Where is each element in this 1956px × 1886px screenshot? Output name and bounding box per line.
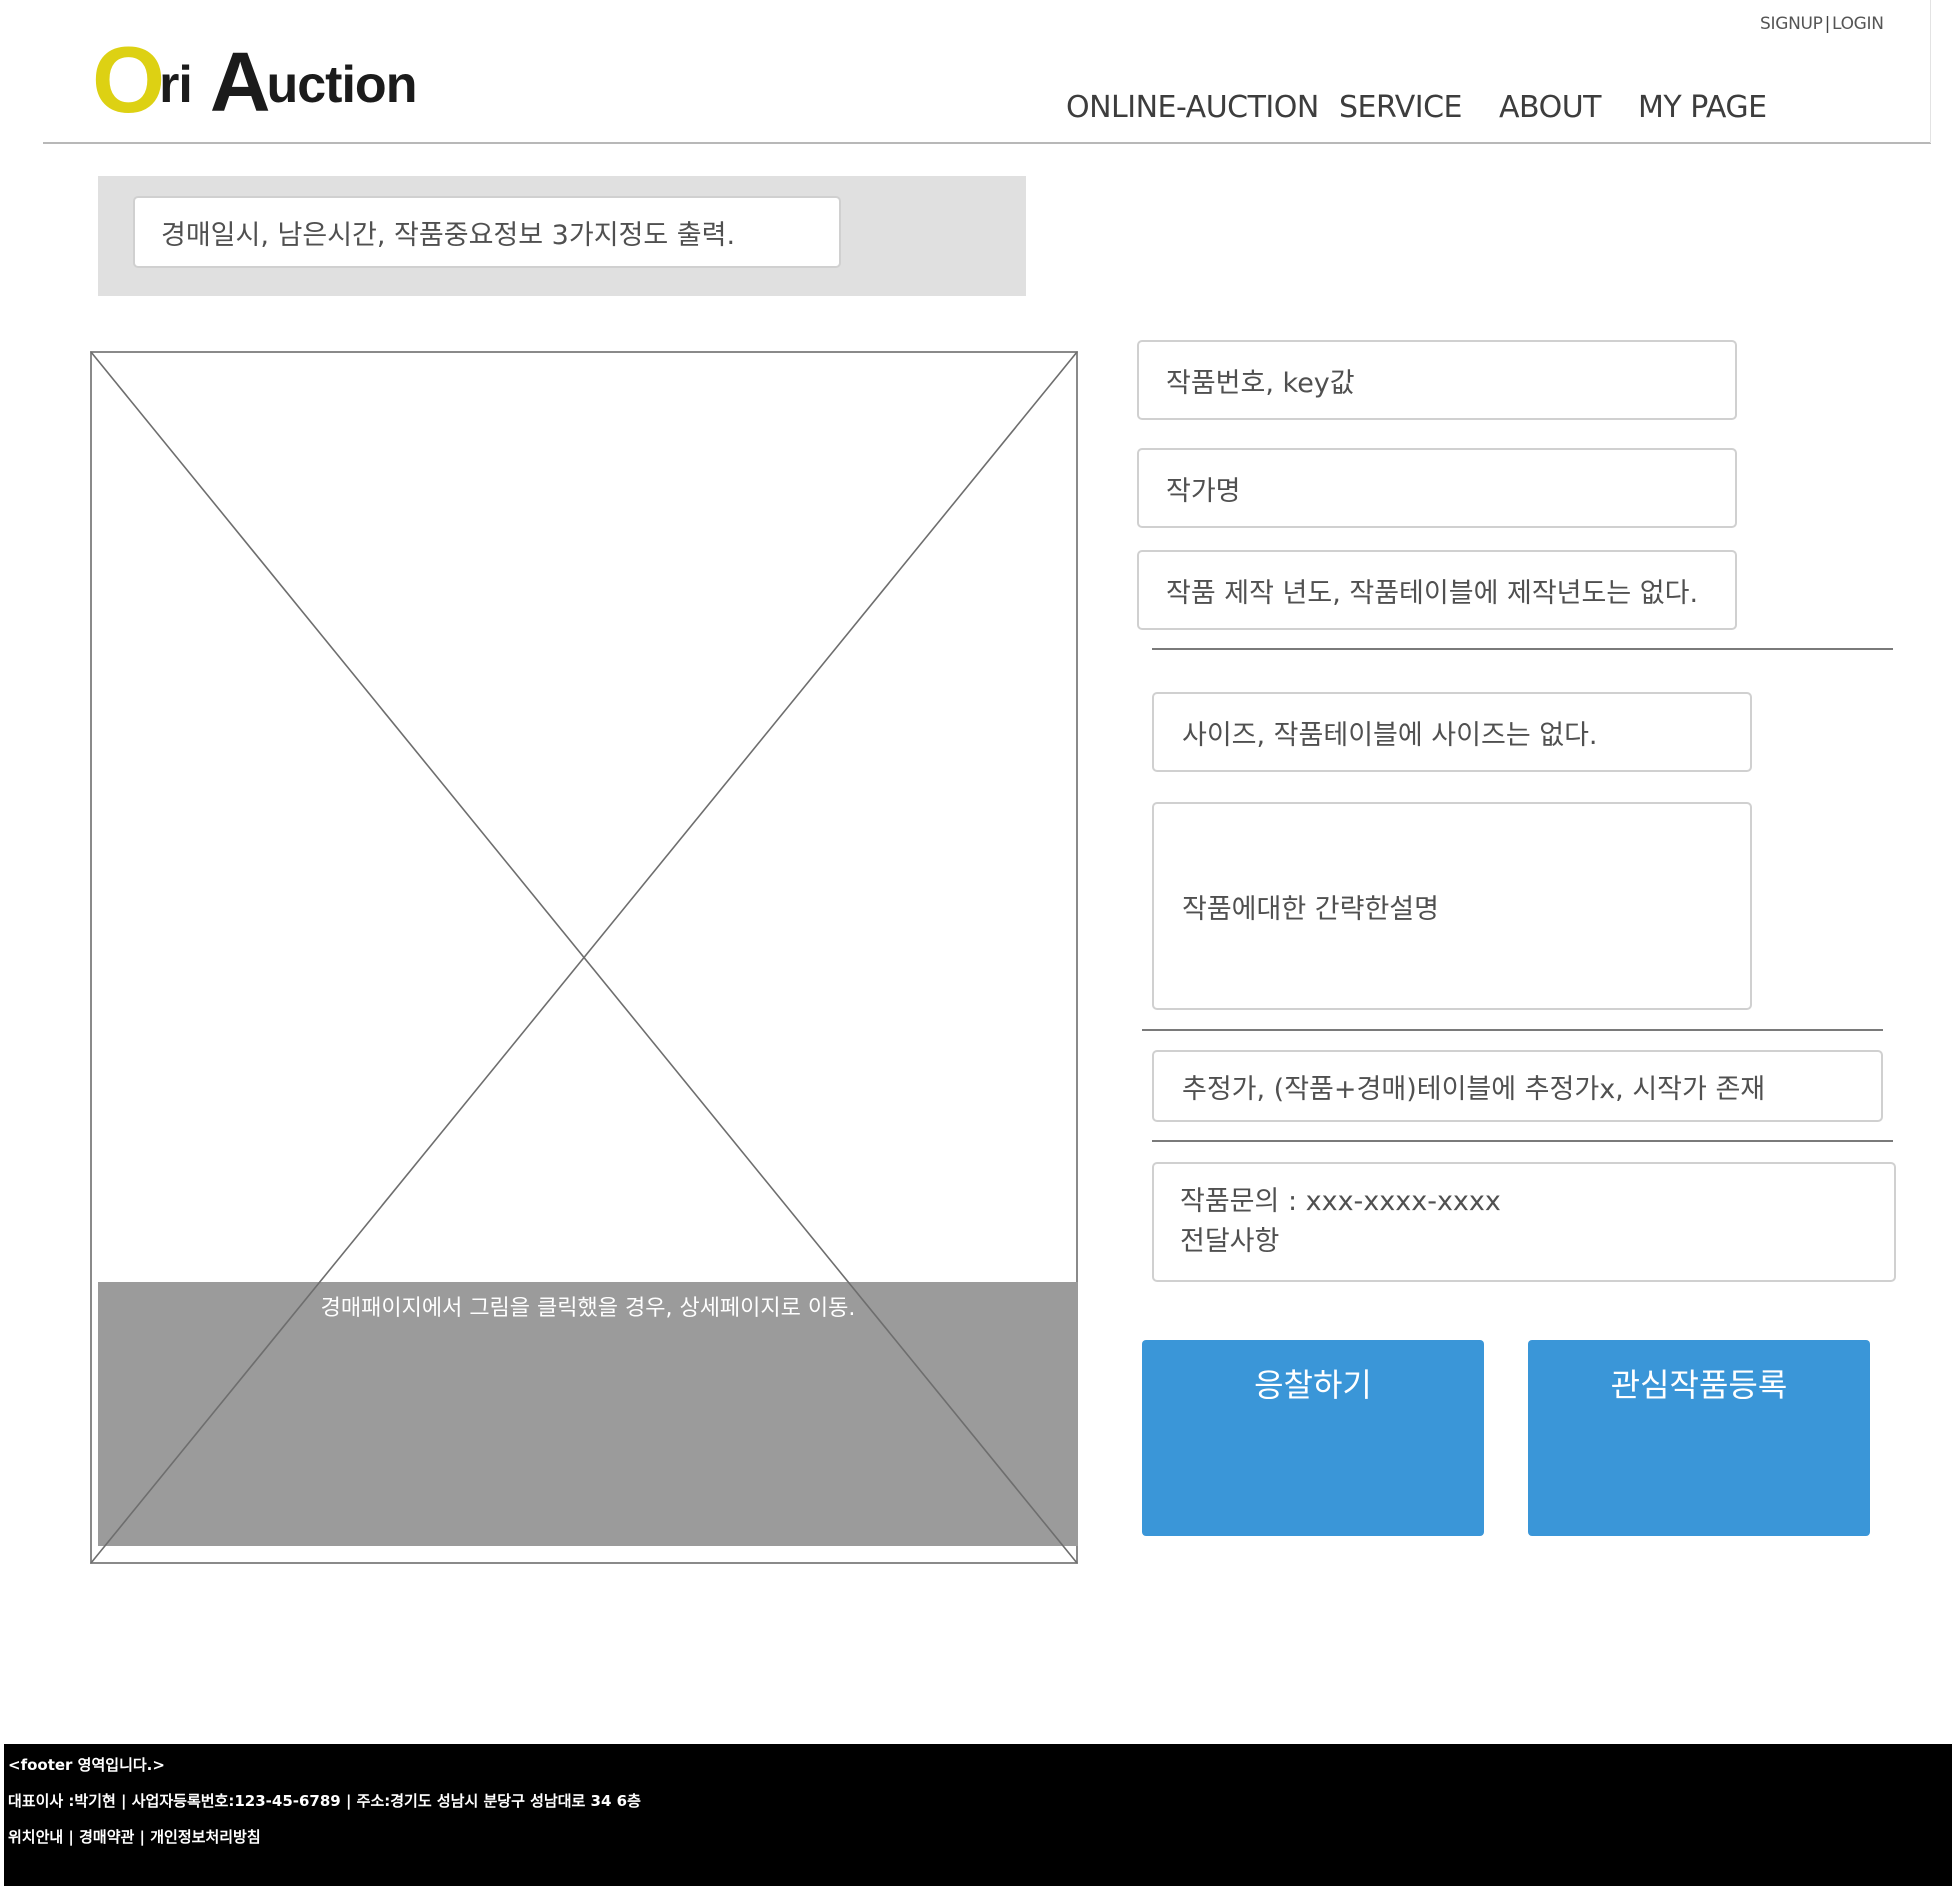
auction-summary-field: 경매일시, 남은시간, 작품중요정보 3가지정도 출력. — [133, 196, 841, 268]
signup-link[interactable]: SIGNUP — [1760, 14, 1823, 34]
logo-text-ri: ri — [159, 56, 193, 114]
artist-name-text: 작가명 — [1166, 475, 1241, 507]
footer-title: <footer 영역입니다.> — [8, 1756, 165, 1774]
description-text: 작품에대한 간략한설명 — [1182, 893, 1439, 925]
image-placeholder-x-icon — [90, 351, 1078, 1564]
header-divider — [43, 142, 1931, 144]
section-divider-3 — [1152, 1140, 1893, 1142]
login-link[interactable]: LOGIN — [1832, 14, 1884, 34]
estimate-price-field: 추정가, (작품+경매)테이블에 추정가x, 시작가 존재 — [1152, 1050, 1883, 1122]
artwork-number-text: 작품번호, key값 — [1166, 367, 1355, 399]
size-field: 사이즈, 작품테이블에 사이즈는 없다. — [1152, 692, 1752, 772]
production-year-text: 작품 제작 년도, 작품테이블에 제작년도는 없다. — [1166, 577, 1699, 609]
header-edge-line — [1930, 0, 1931, 143]
artwork-number-field: 작품번호, key값 — [1137, 340, 1737, 420]
auth-links: SIGNUP | LOGIN — [1760, 14, 1884, 34]
section-divider-1 — [1152, 648, 1893, 650]
inquiry-field: 작품문의 : xxx-xxxx-xxxx 전달사항 — [1152, 1162, 1896, 1282]
add-favorite-button[interactable]: 관심작품등록 — [1528, 1340, 1870, 1536]
description-field: 작품에대한 간략한설명 — [1152, 802, 1752, 1010]
footer-company-info: 대표이사 :박기현 | 사업자등록번호:123-45-6789 | 주소:경기도… — [8, 1792, 641, 1810]
auction-summary-text: 경매일시, 남은시간, 작품중요정보 3가지정도 출력. — [161, 219, 736, 251]
nav-online-auction[interactable]: ONLINE-AUCTION — [1066, 90, 1319, 125]
inquiry-notes-text: 전달사항 — [1180, 1226, 1280, 1257]
site-logo[interactable]: Ori Auction — [92, 27, 417, 132]
nav-about[interactable]: ABOUT — [1499, 90, 1601, 125]
size-text: 사이즈, 작품테이블에 사이즈는 없다. — [1182, 719, 1598, 751]
bid-button[interactable]: 응찰하기 — [1142, 1340, 1484, 1536]
nav-service[interactable]: SERVICE — [1339, 90, 1462, 125]
inquiry-phone-text: 작품문의 : xxx-xxxx-xxxx — [1180, 1186, 1501, 1217]
nav-my-page[interactable]: MY PAGE — [1638, 90, 1767, 125]
auth-separator: | — [1824, 14, 1831, 34]
logo-letter-o: O — [92, 27, 165, 132]
section-divider-2 — [1142, 1029, 1883, 1031]
footer: <footer 영역입니다.> 대표이사 :박기현 | 사업자등록번호:123-… — [4, 1744, 1952, 1886]
production-year-field: 작품 제작 년도, 작품테이블에 제작년도는 없다. — [1137, 550, 1737, 630]
logo-letter-a: A — [209, 35, 271, 129]
estimate-price-text: 추정가, (작품+경매)테이블에 추정가x, 시작가 존재 — [1182, 1073, 1766, 1105]
footer-links[interactable]: 위치안내 | 경매약관 | 개인정보처리방침 — [8, 1826, 261, 1847]
logo-text-uction: uction — [266, 56, 417, 114]
artist-name-field: 작가명 — [1137, 448, 1737, 528]
